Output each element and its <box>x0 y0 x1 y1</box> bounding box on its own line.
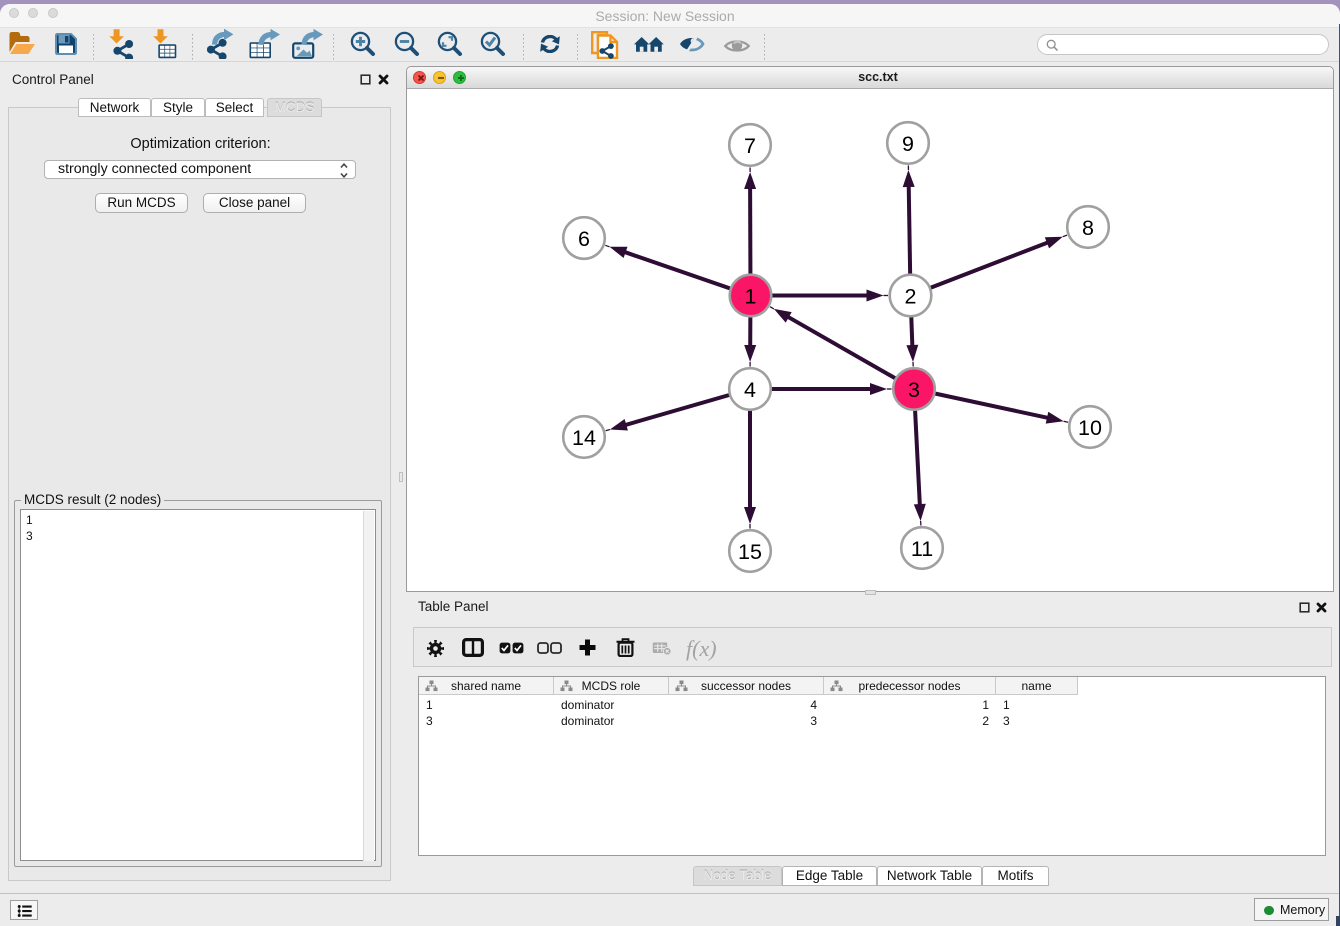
svg-text:3: 3 <box>908 378 920 402</box>
svg-text:6: 6 <box>578 227 590 251</box>
svg-text:15: 15 <box>738 540 762 564</box>
svg-text:4: 4 <box>744 378 756 402</box>
svg-text:1: 1 <box>745 285 757 309</box>
svg-text:10: 10 <box>1078 416 1102 440</box>
svg-text:9: 9 <box>902 132 914 156</box>
svg-text:8: 8 <box>1082 216 1094 240</box>
svg-text:11: 11 <box>911 537 933 561</box>
svg-text:2: 2 <box>905 285 917 309</box>
svg-text:7: 7 <box>744 134 756 158</box>
svg-text:14: 14 <box>572 426 596 450</box>
